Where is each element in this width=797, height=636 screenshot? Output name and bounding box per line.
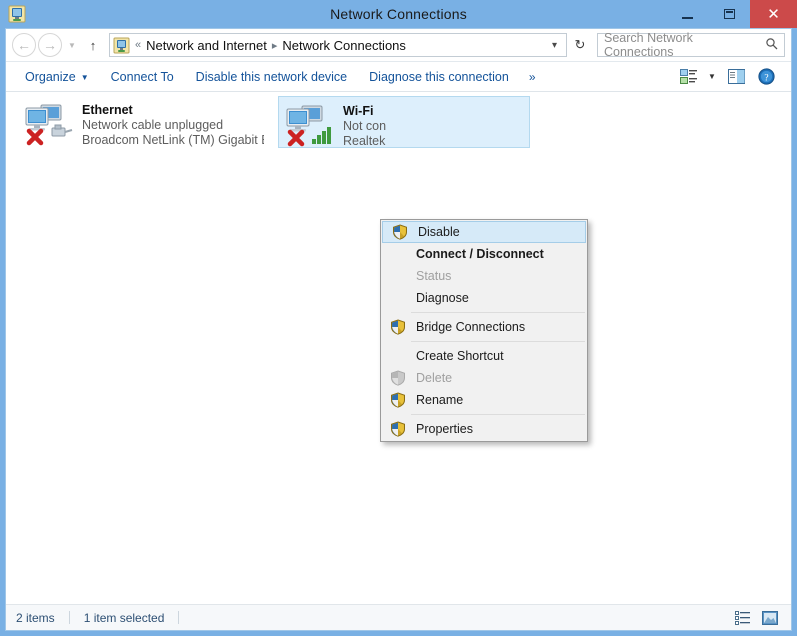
toolbar-item-organize[interactable]: Organize ▼ — [14, 66, 100, 88]
connections-list[interactable]: Ethernet Network cable unplugged Broadco… — [6, 92, 791, 604]
address-bar: ← → ▼ ↑ « Network and Internet ▸ Network… — [6, 29, 791, 61]
status-divider — [68, 611, 70, 624]
close-button[interactable]: ✕ — [750, 0, 797, 28]
chevron-down-icon: ▼ — [80, 73, 89, 82]
preview-pane-icon[interactable] — [723, 65, 749, 89]
menu-label-create-shortcut: Create Shortcut — [416, 349, 504, 363]
menu-icon-slot — [384, 266, 412, 286]
adapter-status: Not con — [343, 119, 387, 133]
forward-button[interactable]: → — [38, 33, 62, 57]
uac-shield-icon-disabled — [384, 368, 412, 388]
recent-locations-button[interactable]: ▼ — [64, 33, 80, 57]
status-item-count: 2 items — [16, 610, 55, 625]
status-bar: 2 items 1 item selected — [6, 604, 791, 630]
uac-shield-icon — [384, 390, 412, 410]
toolbar-label-organize: Organize — [25, 69, 76, 84]
help-icon[interactable]: ? — [753, 65, 779, 89]
red-x-badge — [287, 129, 305, 147]
menu-item-delete: Delete — [381, 367, 587, 389]
network-connections-window: Network Connections ✕ ← → ▼ ↑ « Network … — [0, 0, 797, 636]
uac-shield-icon — [384, 317, 412, 337]
toolbar-label-connect-to: Connect To — [110, 69, 174, 84]
window-chrome: ← → ▼ ↑ « Network and Internet ▸ Network… — [5, 28, 792, 631]
svg-text:?: ? — [764, 73, 768, 83]
minimize-button[interactable] — [666, 0, 708, 28]
adapter-device: Realtek — [343, 134, 386, 148]
chevron-down-icon[interactable]: ▾ — [552, 40, 563, 51]
toolbar-label-diagnose: Diagnose this connection — [369, 69, 509, 84]
adapter-text: Ethernet Network cable unplugged Broadco… — [82, 100, 264, 148]
menu-separator — [411, 312, 585, 313]
menu-icon-slot — [384, 346, 412, 366]
large-icons-view-icon[interactable] — [759, 608, 781, 628]
refresh-button[interactable]: ↻ — [569, 33, 591, 57]
uac-shield-icon — [386, 222, 414, 242]
toolbar-item-disable-device[interactable]: Disable this network device — [185, 66, 358, 88]
menu-label-properties: Properties — [416, 422, 473, 436]
toolbar-overflow-button[interactable]: » — [520, 70, 544, 84]
adapter-name: Ethernet — [82, 103, 133, 117]
menu-icon-slot — [384, 288, 412, 308]
search-icon[interactable] — [765, 37, 778, 53]
menu-separator — [411, 341, 585, 342]
menu-separator — [411, 414, 585, 415]
menu-icon-slot — [384, 244, 412, 264]
menu-label-rename: Rename — [416, 393, 464, 407]
uac-shield-icon — [384, 419, 412, 439]
breadcrumb-item-network-connections[interactable]: Network Connections — [282, 38, 406, 53]
breadcrumb-item-network-and-internet[interactable]: Network and Internet — [146, 38, 267, 53]
status-divider — [178, 611, 180, 624]
list-item[interactable]: Wi-Fi Not con Realtek — [278, 96, 530, 148]
menu-label-disable: Disable — [418, 225, 460, 239]
menu-item-create-shortcut[interactable]: Create Shortcut — [381, 345, 587, 367]
adapter-device: Broadcom NetLink (TM) Gigabit E... — [82, 133, 264, 147]
list-item[interactable]: Ethernet Network cable unplugged Broadco… — [18, 96, 270, 148]
maximize-button[interactable] — [708, 0, 750, 28]
menu-label-diagnose: Diagnose — [416, 291, 469, 305]
network-folder-icon — [113, 37, 130, 54]
adapter-icon-group — [285, 101, 337, 147]
breadcrumb[interactable]: « Network and Internet ▸ Network Connect… — [109, 33, 567, 57]
toolbar-right-icons: ▼ ? — [675, 65, 783, 89]
breadcrumb-overflow[interactable]: « — [135, 39, 141, 51]
details-view-icon[interactable] — [731, 608, 753, 628]
toolbar-item-connect-to[interactable]: Connect To — [100, 66, 185, 88]
search-input[interactable]: Search Network Connections — [597, 31, 785, 59]
menu-label-delete: Delete — [416, 371, 453, 385]
breadcrumb-arrow-icon[interactable]: ▸ — [272, 39, 278, 52]
menu-item-properties[interactable]: Properties — [381, 418, 587, 440]
toolbar-label-disable-device: Disable this network device — [195, 69, 348, 84]
menu-item-rename[interactable]: Rename — [381, 389, 587, 411]
menu-item-bridge-connections[interactable]: Bridge Connections — [381, 316, 587, 338]
adapter-name: Wi-Fi — [343, 104, 374, 118]
title-bar: Network Connections ✕ — [0, 0, 797, 28]
menu-label-connect-disconnect: Connect / Disconnect — [416, 247, 544, 261]
red-x-badge — [26, 128, 44, 146]
command-toolbar: Organize ▼ Connect To Disable this netwo… — [6, 61, 791, 92]
search-placeholder: Search Network Connections — [604, 31, 693, 59]
menu-label-bridge-connections: Bridge Connections — [416, 320, 526, 334]
up-button[interactable]: ↑ — [82, 33, 104, 57]
network-connections-icon — [6, 3, 28, 25]
adapter-icon-group — [24, 100, 76, 146]
menu-item-disable[interactable]: Disable — [382, 221, 586, 243]
context-menu[interactable]: Disable Connect / Disconnect Status Diag… — [380, 219, 588, 442]
toolbar-item-diagnose[interactable]: Diagnose this connection — [358, 66, 520, 88]
back-button[interactable]: ← — [12, 33, 36, 57]
change-view-icon[interactable] — [675, 65, 701, 89]
menu-item-connect-disconnect[interactable]: Connect / Disconnect — [381, 243, 587, 265]
window-controls: ✕ — [666, 0, 797, 28]
signal-bars-icon — [312, 127, 331, 144]
adapter-status: Network cable unplugged — [82, 118, 224, 132]
menu-item-diagnose[interactable]: Diagnose — [381, 287, 587, 309]
status-selection: 1 item selected — [83, 610, 165, 625]
cable-icon — [51, 124, 73, 137]
menu-label-status: Status — [416, 269, 452, 283]
status-view-buttons — [731, 608, 781, 628]
menu-item-status: Status — [381, 265, 587, 287]
adapter-text: Wi-Fi Not con Realtek — [343, 101, 386, 149]
view-dropdown-caret-icon[interactable]: ▼ — [705, 65, 719, 89]
